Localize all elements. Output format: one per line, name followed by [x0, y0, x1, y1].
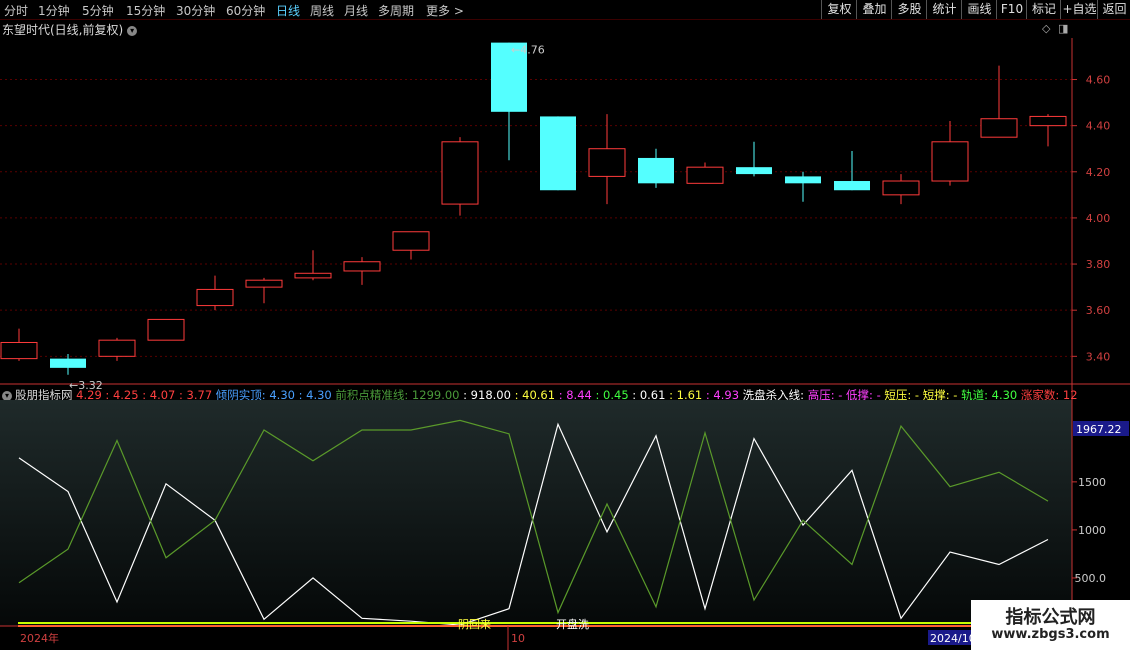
- toolbar-button[interactable]: 多股: [891, 0, 927, 19]
- period-tab[interactable]: 1分钟: [38, 2, 70, 19]
- candle-body-down[interactable]: [834, 181, 870, 191]
- stock-title-text: 东望时代(日线,前复权): [2, 23, 124, 37]
- candle-body-up[interactable]: [686, 166, 724, 184]
- stock-title: 东望时代(日线,前复权) ▾: [2, 21, 138, 38]
- chart-options-icons: ◇ ◨: [1042, 22, 1068, 35]
- candle-body-up[interactable]: [1029, 115, 1067, 127]
- date-cursor-label: 2024/10: [930, 632, 976, 645]
- candle-body-up[interactable]: [441, 141, 479, 205]
- y-tick-label: 3.80: [1086, 258, 1111, 271]
- period-tab[interactable]: 月线: [344, 2, 368, 19]
- candle-body-up[interactable]: [980, 118, 1018, 138]
- diamond-icon[interactable]: ◇: [1042, 22, 1050, 35]
- toolbar-button[interactable]: +自选: [1060, 0, 1098, 19]
- candle-body-up[interactable]: [931, 141, 969, 182]
- y-tick-label: 4.60: [1086, 74, 1111, 87]
- period-tab[interactable]: 更多 >: [426, 2, 464, 19]
- candle-body-up[interactable]: [98, 339, 136, 357]
- toolbar-button[interactable]: 画线: [961, 0, 997, 19]
- candle-body-down[interactable]: [638, 157, 674, 184]
- y-tick-label: 4.40: [1086, 120, 1111, 133]
- candle-body-up[interactable]: [0, 341, 38, 360]
- toolbar-button[interactable]: 返回: [1097, 0, 1130, 19]
- period-tab[interactable]: 15分钟: [126, 2, 165, 19]
- signal-strip: [18, 625, 1058, 627]
- watermark-url: www.zbgs3.com: [991, 627, 1110, 642]
- chevron-down-icon[interactable]: ▾: [2, 390, 12, 401]
- date-label: 10: [511, 632, 525, 645]
- panel-toggle-icon[interactable]: ◨: [1058, 22, 1068, 35]
- period-tab[interactable]: 分时: [4, 2, 28, 19]
- watermark: 指标公式网 www.zbgs3.com: [971, 600, 1130, 650]
- candle-body-up[interactable]: [196, 288, 234, 307]
- top-toolbar: 分时 1分钟 5分钟 15分钟 30分钟 60分钟 日线 周线 月线 多周期 更多 > 复权 叠加 多股…: [0, 0, 1130, 20]
- candle-body-down[interactable]: [736, 167, 772, 175]
- period-tab[interactable]: 30分钟: [176, 2, 215, 19]
- indicator-background: [0, 400, 1072, 626]
- current-value-label: 1967.22: [1076, 423, 1122, 436]
- period-tab[interactable]: 周线: [310, 2, 334, 19]
- toolbar-button[interactable]: 复权: [821, 0, 857, 19]
- candle-body-down[interactable]: [785, 176, 821, 184]
- candle-body-down[interactable]: [540, 116, 576, 191]
- candlestick-chart[interactable]: 4.604.404.204.003.803.603.40←4.76←3.32: [0, 38, 1130, 422]
- y-tick-label: 1500: [1078, 476, 1106, 489]
- signal-label: 开盘洗: [556, 617, 589, 631]
- date-label: 2024年: [20, 631, 59, 645]
- candle-body-up[interactable]: [588, 148, 626, 177]
- chevron-down-icon[interactable]: ▾: [127, 25, 138, 36]
- period-tab[interactable]: 日线: [276, 2, 300, 19]
- candle-body-up[interactable]: [882, 180, 920, 196]
- candle-body-up[interactable]: [392, 231, 430, 251]
- signal-label: 阴回来: [458, 618, 491, 631]
- toolbar-button[interactable]: F10: [996, 0, 1027, 19]
- y-tick-label: 3.40: [1086, 350, 1111, 363]
- watermark-title: 指标公式网: [1005, 607, 1096, 628]
- y-tick-label: 4.20: [1086, 166, 1111, 179]
- toolbar-button[interactable]: 叠加: [856, 0, 892, 19]
- toolbar-button[interactable]: 标记: [1026, 0, 1061, 19]
- y-tick-label: 3.60: [1086, 304, 1111, 317]
- period-tab[interactable]: 多周期: [378, 2, 414, 19]
- y-tick-label: 500.0: [1075, 572, 1107, 585]
- indicator-chart[interactable]: 1500 1000 500.0 1967.22 阴回来 开盘洗 2024年 10 2024/10: [0, 400, 1130, 650]
- candle-body-up[interactable]: [245, 279, 283, 288]
- candle-body-up[interactable]: [343, 261, 381, 272]
- high-price-label: ←4.76: [511, 44, 545, 57]
- candle-body-down[interactable]: [50, 358, 86, 368]
- y-tick-label: 4.00: [1086, 212, 1111, 225]
- signal-strip: [18, 622, 1058, 624]
- toolbar-button[interactable]: 统计: [926, 0, 962, 19]
- y-tick-label: 1000: [1078, 524, 1106, 537]
- period-tab[interactable]: 5分钟: [82, 2, 114, 19]
- candle-body-up[interactable]: [147, 318, 185, 341]
- period-tab[interactable]: 60分钟: [226, 2, 265, 19]
- candle-body-up[interactable]: [294, 272, 332, 279]
